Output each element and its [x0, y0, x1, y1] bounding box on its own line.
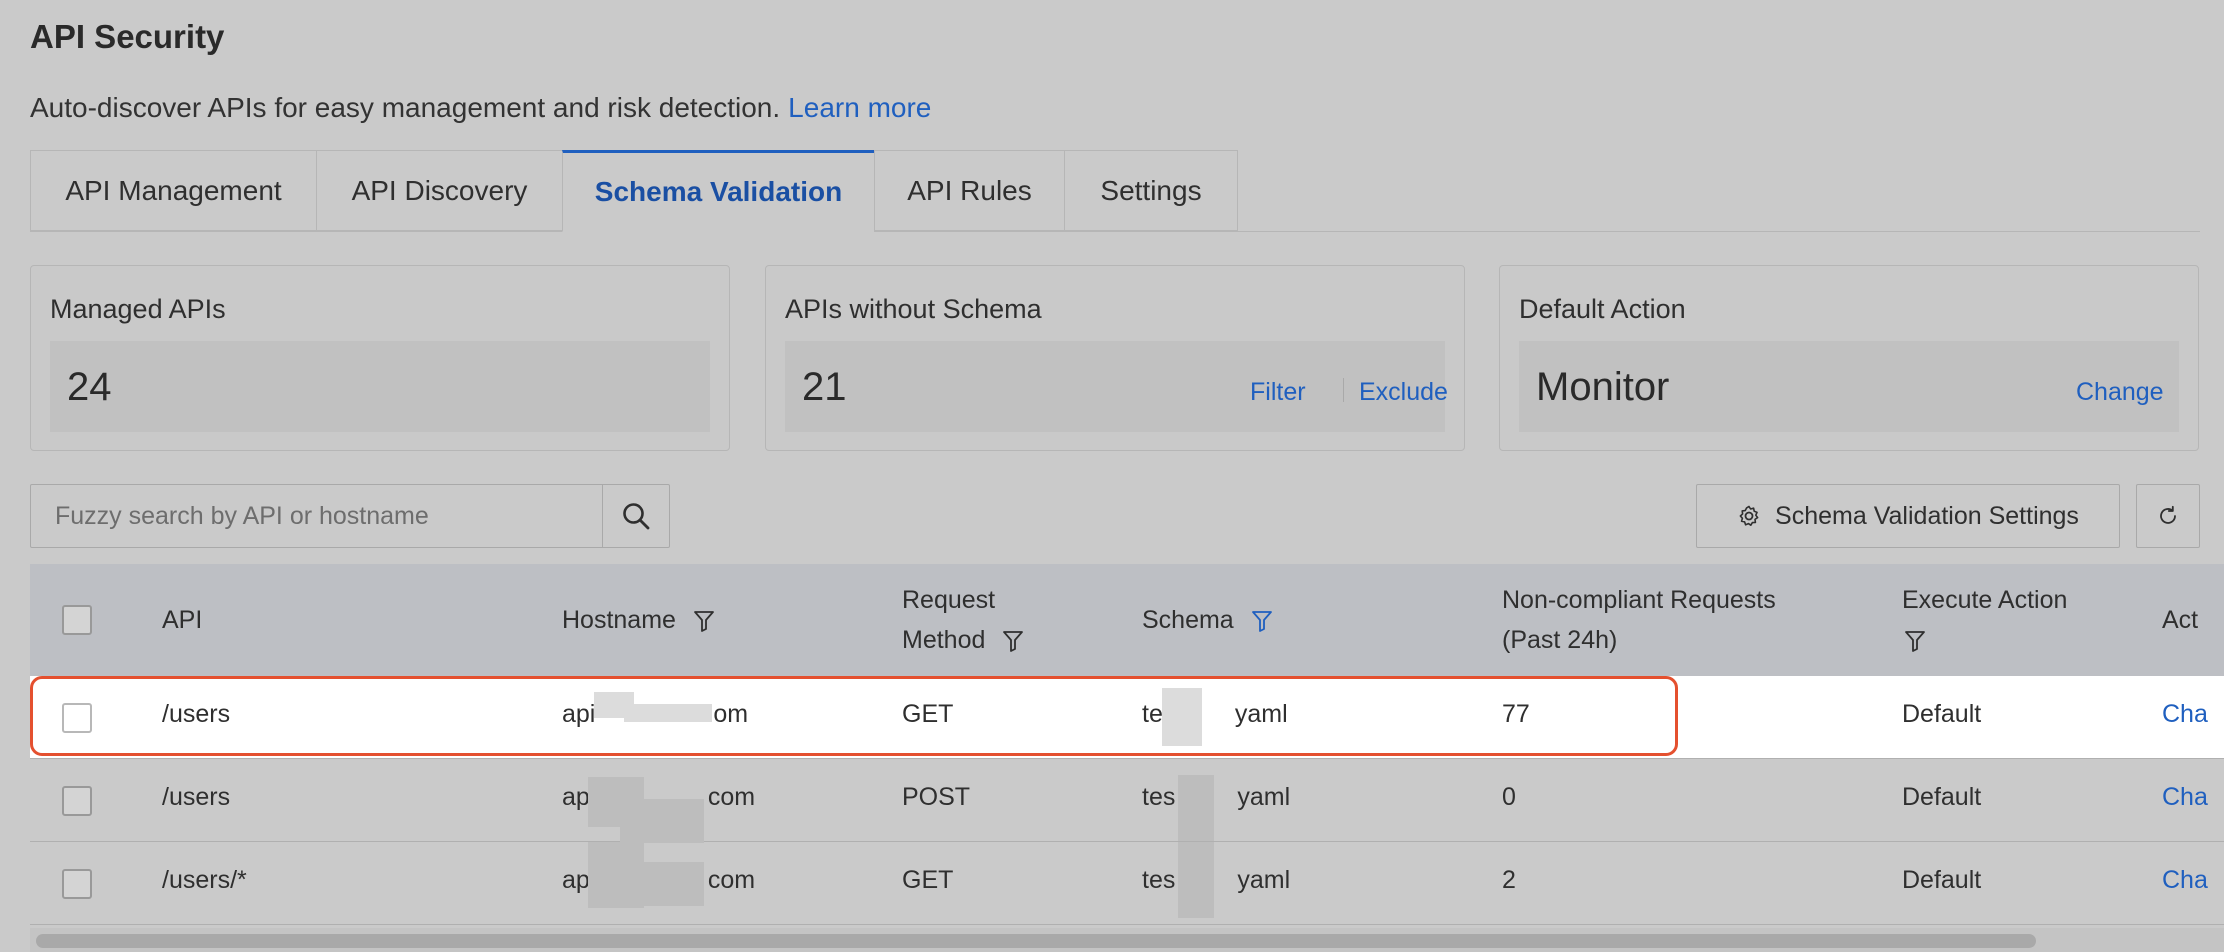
column-header-request-line: Request: [902, 586, 996, 614]
tab-bar: API Management API Discovery Schema Vali…: [30, 150, 2200, 232]
managed-apis-count: 24: [67, 365, 112, 409]
action-separator: [1343, 378, 1344, 402]
horizontal-scrollbar[interactable]: [36, 934, 2036, 948]
apis-without-schema-count: 21: [802, 365, 847, 409]
search-button[interactable]: [602, 485, 669, 547]
managed-apis-card: Managed APIs 24: [30, 265, 730, 451]
table-row[interactable]: /users/* ap com GET tes yaml 2 Default Cha: [30, 842, 2224, 925]
gear-icon: [1739, 505, 1759, 526]
column-header-method-label: Method: [902, 626, 986, 654]
default-action-card: Default Action Monitor Change: [1499, 265, 2199, 451]
schema-prefix: tes: [1142, 866, 1176, 894]
redaction-block: [1178, 775, 1214, 841]
search-icon: [623, 503, 650, 530]
column-header-noncompliant-line2: (Past 24h): [1502, 626, 1618, 654]
hostname-suffix: com: [707, 866, 756, 894]
cell-execute-action: Default: [1902, 700, 1982, 728]
column-header-noncompliant-line1: Non-compliant Requests: [1502, 586, 1776, 614]
cell-execute-action: Default: [1902, 866, 1982, 894]
tab-api-management[interactable]: API Management: [30, 150, 316, 231]
cell-schema: tes yaml: [1142, 783, 1290, 812]
description-text: Auto-discover APIs for easy management a…: [30, 92, 781, 123]
row-checkbox[interactable]: [62, 786, 92, 816]
funnel-icon[interactable]: [1002, 629, 1024, 653]
page-title: API Security: [30, 18, 225, 55]
page-description: Auto-discover APIs for easy management a…: [30, 92, 931, 124]
funnel-icon[interactable]: [693, 609, 715, 633]
hostname-prefix: ap: [562, 783, 590, 811]
column-header-execute-action-filter: [1902, 620, 2067, 660]
cell-noncompliant: 2: [1502, 866, 1516, 894]
redaction-block: [620, 862, 704, 906]
schema-validation-settings-button[interactable]: Schema Validation Settings: [1696, 484, 2120, 548]
search-input[interactable]: Fuzzy search by API or hostname: [55, 502, 429, 531]
cell-method: POST: [902, 783, 971, 811]
filter-link[interactable]: Filter: [1250, 378, 1306, 407]
cell-schema: tes yaml: [1142, 866, 1290, 895]
table-header: API Hostname Request Method Schema Non-c…: [30, 564, 2224, 676]
column-header-hostname-label: Hostname: [562, 606, 676, 634]
column-header-schema-label: Schema: [1142, 606, 1234, 634]
cell-api: /users/*: [162, 866, 247, 894]
schema-prefix: tes: [1142, 783, 1176, 811]
table-row[interactable]: /users ap com POST tes yaml 0 Default Cha: [30, 759, 2224, 843]
refresh-button[interactable]: [2136, 484, 2200, 548]
card-value-box: 21 Filter Exclude: [785, 341, 1448, 432]
tab-schema-validation[interactable]: Schema Validation: [562, 150, 874, 232]
search-box: Fuzzy search by API or hostname: [30, 484, 670, 548]
column-header-noncompliant: Non-compliant Requests (Past 24h): [1502, 580, 1776, 660]
row-checkbox[interactable]: [62, 869, 92, 899]
default-action-value: Monitor: [1536, 365, 1670, 409]
apis-without-schema-card: APIs without Schema 21 Filter Exclude: [765, 265, 1465, 451]
refresh-icon: [2160, 505, 2176, 524]
cell-noncompliant: 0: [1502, 783, 1516, 811]
column-header-api: API: [162, 606, 203, 634]
redaction-block: [620, 799, 704, 843]
column-header-hostname: Hostname: [562, 600, 715, 640]
card-value-box: 24: [50, 341, 710, 432]
select-all-checkbox[interactable]: [62, 605, 92, 635]
cell-execute-action: Default: [1902, 783, 1982, 811]
column-header-execute-action-label: Execute Action: [1902, 586, 2068, 614]
tab-api-rules[interactable]: API Rules: [874, 150, 1064, 231]
column-header-request-method: Request Method: [902, 580, 1024, 660]
exclude-link[interactable]: Exclude: [1359, 378, 1448, 407]
hostname-suffix: com: [707, 783, 756, 811]
change-action-link[interactable]: Cha: [2162, 700, 2208, 729]
settings-button-label: Schema Validation Settings: [1775, 501, 2079, 530]
schema-suffix: yaml: [1237, 783, 1291, 811]
column-header-method-line: Method: [902, 620, 1024, 660]
card-value-box: Monitor Change: [1519, 341, 2179, 432]
cell-api: /users: [162, 783, 231, 811]
card-title: APIs without Schema: [785, 294, 1042, 324]
card-title: Managed APIs: [50, 294, 226, 324]
schema-suffix: yaml: [1237, 866, 1291, 894]
card-title: Default Action: [1519, 294, 1686, 324]
tab-api-discovery[interactable]: API Discovery: [316, 150, 562, 231]
hostname-prefix: ap: [562, 866, 590, 894]
highlight-annotation: [30, 676, 1678, 756]
funnel-icon-active[interactable]: [1251, 609, 1273, 633]
column-header-schema: Schema: [1142, 600, 1273, 640]
tab-settings[interactable]: Settings: [1064, 150, 1238, 231]
change-action-link[interactable]: Cha: [2162, 866, 2208, 895]
tab-baseline: [30, 231, 2200, 232]
learn-more-link[interactable]: Learn more: [788, 92, 931, 123]
change-link[interactable]: Change: [2076, 378, 2164, 407]
column-header-action: Act: [2162, 606, 2199, 634]
column-header-execute-action: Execute Action: [1902, 580, 2067, 660]
change-action-link[interactable]: Cha: [2162, 783, 2208, 812]
redaction-block: [1178, 842, 1214, 918]
cell-method: GET: [902, 866, 954, 894]
funnel-icon[interactable]: [1904, 629, 1926, 653]
